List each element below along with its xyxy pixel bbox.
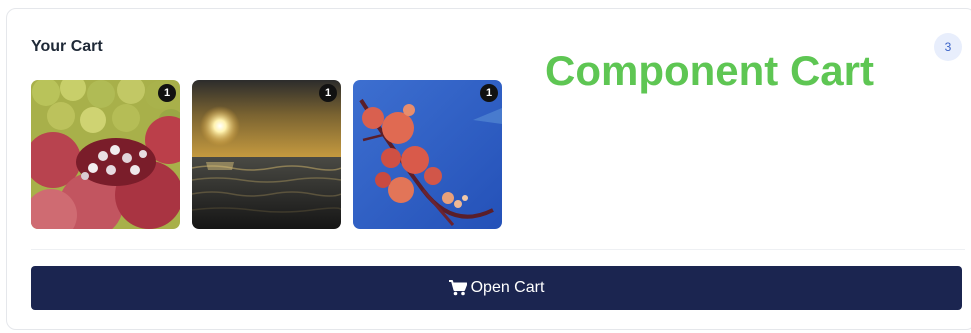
cart-items: 1 1 1 [31, 80, 502, 229]
shopping-cart-icon [448, 280, 467, 296]
cart-card: Your Cart Component Cart 3 1 1 1 Open Ca… [6, 8, 971, 330]
cart-item-thumbnail[interactable]: 1 [353, 80, 502, 229]
item-quantity-badge: 1 [319, 84, 337, 102]
sunset-sea-image [192, 80, 341, 229]
open-cart-button[interactable]: Open Cart [31, 266, 962, 310]
cart-item-thumbnail[interactable]: 1 [192, 80, 341, 229]
divider [31, 249, 965, 250]
watermark-text: Component Cart [545, 47, 874, 94]
item-quantity-badge: 1 [480, 84, 498, 102]
cart-item-thumbnail[interactable]: 1 [31, 80, 180, 229]
pomegranates-image [31, 80, 180, 229]
cart-count-badge: 3 [934, 33, 962, 61]
red-flower-branch-image [353, 80, 502, 229]
open-cart-label: Open Cart [470, 279, 545, 296]
item-quantity-badge: 1 [158, 84, 176, 102]
cart-title: Your Cart [31, 38, 103, 55]
